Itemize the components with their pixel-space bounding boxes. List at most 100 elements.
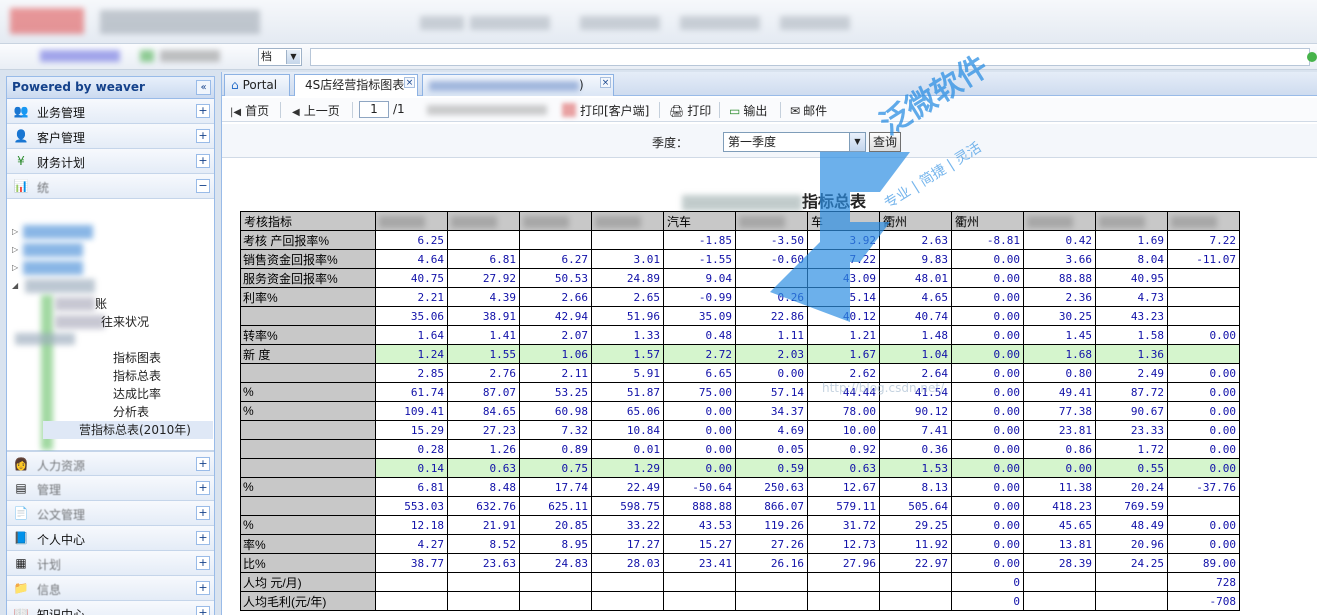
quick-link[interactable] — [140, 50, 154, 62]
table-row: 率% 4.27 8.52 8.95 17.27 15.27 27.26 12.73 11.92 0… — [240, 534, 1240, 554]
tree-item[interactable]: 分析表 — [113, 403, 149, 421]
tree-expander-icon[interactable]: ▷ — [12, 227, 18, 236]
expand-icon[interactable]: + — [196, 506, 210, 520]
sidebar-item-personal[interactable]: 📘 个人中心 + — [7, 526, 214, 551]
quick-link[interactable] — [160, 50, 220, 62]
stats-icon: 📊 — [13, 179, 29, 193]
sidebar-item-label: 公文管理 — [37, 508, 86, 522]
chevron-down-icon[interactable]: ▼ — [849, 133, 865, 151]
table-cell: 0.00 — [951, 306, 1024, 326]
sidebar-item-statistics[interactable]: 📊 统 − — [7, 174, 214, 199]
top-menu-item[interactable] — [420, 16, 464, 30]
expand-icon[interactable]: + — [196, 531, 210, 545]
quick-link[interactable] — [40, 50, 120, 62]
collapse-icon[interactable]: « — [196, 80, 211, 95]
table-cell: 1.21 — [807, 325, 880, 345]
expand-icon[interactable]: + — [196, 606, 210, 615]
tree-item[interactable]: 指标图表 — [113, 349, 161, 367]
top-menu-item[interactable] — [470, 16, 550, 30]
collapse-section-icon[interactable]: − — [196, 179, 210, 193]
table-cell: 1.36 — [1095, 344, 1168, 364]
print-label: 打印 — [687, 104, 712, 118]
table-row: 销售资金回报率% 4.64 6.81 6.27 3.01 -1.55 -0.60 7.22 9.… — [240, 249, 1240, 269]
first-page-button[interactable]: |◀ 首页 — [230, 102, 269, 119]
table-cell — [663, 591, 736, 611]
expand-icon[interactable]: + — [196, 154, 210, 168]
tab-report[interactable]: ) × — [422, 74, 614, 96]
sidebar-item-info[interactable]: 📁 信息 + — [7, 576, 214, 601]
tree-expander-icon[interactable]: ▷ — [12, 263, 18, 272]
table-cell: 2.03 — [735, 344, 808, 364]
header-blurred — [523, 215, 569, 228]
sidebar-item-knowledge[interactable]: 📖 知识中心 + — [7, 601, 214, 615]
table-cell: 769.59 — [1095, 496, 1168, 516]
top-menu-item[interactable] — [680, 16, 760, 30]
printer-icon: 🖨 — [669, 104, 685, 118]
tree-expander-icon[interactable]: ▷ — [12, 245, 18, 254]
tab-portal[interactable]: ⌂ Portal — [224, 74, 290, 96]
expand-icon[interactable]: + — [196, 556, 210, 570]
mail-button[interactable]: ✉ 邮件 — [790, 102, 827, 119]
toolbar-blurred — [427, 105, 547, 115]
expand-icon[interactable]: + — [196, 104, 210, 118]
export-button[interactable]: ▭ 输出 — [729, 102, 767, 119]
tree-item[interactable]: 达成比率 — [113, 385, 161, 403]
tree-item[interactable]: 往来状况 — [101, 313, 149, 331]
expand-icon[interactable]: + — [196, 481, 210, 495]
tree-item[interactable]: 账 — [95, 295, 107, 313]
tree-expander-icon[interactable]: ◢ — [12, 281, 18, 290]
table-cell: 51.96 — [591, 306, 664, 326]
sidebar-item-admin[interactable]: ▤ 管理 + — [7, 476, 214, 501]
sidebar-item-customer[interactable]: 👤 客户管理 + — [7, 124, 214, 149]
season-select[interactable]: 第一季度 ▼ — [723, 132, 866, 152]
table-cell: -0.60 — [735, 249, 808, 269]
table-cell: 0.00 — [663, 458, 736, 478]
tree-node-blurred[interactable] — [23, 243, 83, 257]
page-number-input[interactable]: 1 — [359, 101, 389, 118]
row-label: % — [240, 515, 376, 535]
table-cell: 11.92 — [879, 534, 952, 554]
quick-select[interactable]: 档 ▼ — [258, 48, 302, 66]
table-cell: 1.48 — [879, 325, 952, 345]
table-cell: 0.00 — [951, 344, 1024, 364]
prev-page-button[interactable]: ◀ 上一页 — [292, 102, 340, 119]
tree-node-blurred[interactable] — [25, 279, 95, 293]
export-icon: ▭ — [729, 104, 741, 118]
expand-icon[interactable]: + — [196, 457, 210, 471]
expand-icon[interactable]: + — [196, 581, 210, 595]
sidebar-item-hr[interactable]: 👩 人力资源 + — [7, 451, 214, 476]
mail-icon: ✉ — [790, 104, 801, 118]
tree-item-label: 账 — [95, 297, 108, 311]
tab-4s-indicator-chart[interactable]: 4S店经营指标图表 × — [294, 74, 418, 96]
quick-input[interactable] — [310, 48, 1310, 66]
toolbar-divider — [280, 102, 281, 118]
sidebar-item-finance[interactable]: ¥ 财务计划 + — [7, 149, 214, 174]
print-button[interactable]: 🖨 打印 — [669, 102, 711, 119]
expand-icon[interactable]: + — [196, 129, 210, 143]
table-cell: 0.75 — [519, 458, 592, 478]
chevron-down-icon[interactable]: ▼ — [286, 50, 300, 64]
sidebar-item-business[interactable]: 👥 业务管理 + — [7, 99, 214, 124]
row-label: 转率% — [240, 325, 376, 345]
tree-node-blurred[interactable] — [23, 225, 93, 239]
sidebar-item-documents[interactable]: 📄 公文管理 + — [7, 501, 214, 526]
document-icon: 📄 — [13, 506, 29, 520]
table-cell — [591, 572, 664, 592]
table-cell — [1167, 496, 1240, 516]
sidebar-item-plan[interactable]: ▦ 计划 + — [7, 551, 214, 576]
tree-item-selected[interactable]: 营指标总表(2010年) — [43, 421, 213, 439]
toolbar-divider — [352, 102, 353, 118]
close-icon[interactable]: × — [600, 77, 611, 88]
top-menu-item[interactable] — [780, 16, 850, 30]
table-cell: 78.00 — [807, 401, 880, 421]
print-client-button[interactable]: 打印[客户端] — [580, 102, 649, 119]
close-icon[interactable]: × — [404, 77, 415, 88]
tree-item[interactable]: 指标总表 — [113, 367, 161, 385]
table-cell — [1167, 306, 1240, 326]
table-cell: 40.75 — [375, 268, 448, 288]
tree-node-blurred[interactable] — [23, 261, 83, 275]
table-cell: 625.11 — [519, 496, 592, 516]
table-cell: 15.27 — [663, 534, 736, 554]
table-cell: 20.24 — [1095, 477, 1168, 497]
top-menu-item[interactable] — [580, 16, 660, 30]
